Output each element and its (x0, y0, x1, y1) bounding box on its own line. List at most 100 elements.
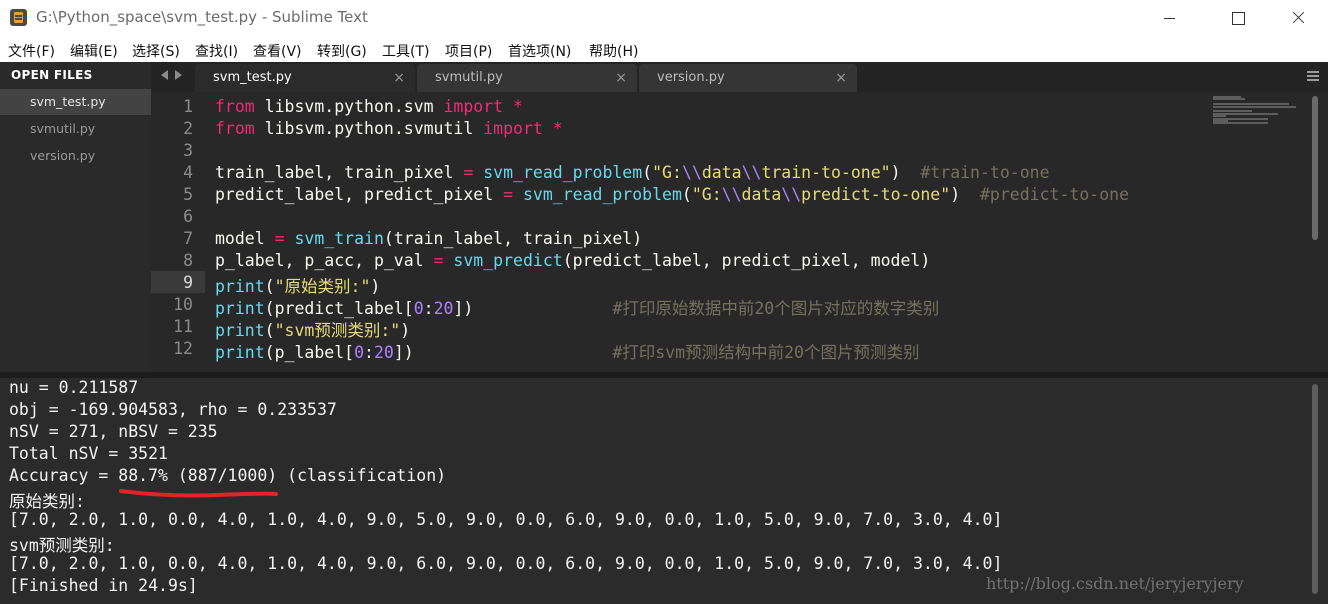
menu-project[interactable]: 项目(P) (445, 41, 492, 61)
line-number: 11 (173, 317, 193, 336)
output-line: [7.0, 2.0, 1.0, 0.0, 4.0, 1.0, 4.0, 9.0,… (9, 554, 1003, 573)
maximize-button[interactable] (1214, 0, 1260, 36)
code-token: predict_label, predict_pixel (215, 185, 504, 204)
title-bar: G:\Python_space\svm_test.py - Sublime Te… (0, 0, 1328, 38)
line-number: 7 (183, 229, 193, 248)
code-token: \\ (781, 185, 802, 204)
sidebar-file-svmutil[interactable]: svmutil.py (0, 116, 151, 142)
menu-bar: 文件(F) 编辑(E) 选择(S) 查找(I) 查看(V) 转到(G) 工具(T… (0, 38, 1328, 62)
code-editor[interactable]: 1 2 3 4 5 6 7 8 9 10 11 12 from libsvm.python.svm i… (151, 92, 1328, 372)
tab-scroll-left-icon[interactable] (161, 70, 168, 80)
sidebar-file-svm-test[interactable]: svm_test.py (0, 89, 151, 115)
menu-tools[interactable]: 工具(T) (382, 41, 429, 61)
tab-bar: svm_test.py × svmutil.py × version.py × (151, 62, 1328, 92)
tab-svmutil[interactable]: svmutil.py × (417, 64, 637, 92)
code-token: svm_read_problem (483, 163, 643, 182)
code-token: train-to-one" (761, 163, 891, 182)
code-token: ) (370, 277, 381, 296)
tab-label: svmutil.py (435, 70, 503, 85)
code-token: * (513, 97, 523, 116)
menu-find[interactable]: 查找(I) (195, 41, 238, 61)
code-line: train_label, train_pixel = svm_read_prob… (215, 163, 1050, 182)
code-token: svm_predict (453, 251, 563, 270)
code-token: import (483, 119, 543, 138)
code-token: print (215, 343, 265, 362)
output-scrollbar[interactable] (1312, 384, 1318, 594)
code-token: #train-to-one (920, 163, 1050, 182)
code-token: 20 (373, 343, 394, 362)
output-line: svm预测类别: (9, 536, 115, 555)
line-number: 9 (183, 273, 193, 292)
tab-svm-test[interactable]: svm_test.py × (195, 64, 415, 92)
code-token: ) (890, 163, 921, 182)
code-token: #predict-to-one (980, 185, 1130, 204)
sidebar: OPEN FILES svm_test.py svmutil.py versio… (0, 62, 151, 372)
code-token: import (443, 97, 504, 116)
menu-view[interactable]: 查看(V) (253, 41, 302, 61)
output-line: obj = -169.904583, rho = 0.233537 (9, 400, 337, 419)
output-line: Total nSV = 3521 (9, 444, 168, 463)
output-line: 原始类别: (9, 492, 85, 511)
tab-version[interactable]: version.py × (639, 64, 857, 92)
minimize-button[interactable] (1146, 0, 1192, 36)
tab-close-icon[interactable]: × (615, 70, 627, 86)
code-token: (predict_label[ (264, 299, 414, 318)
menu-file[interactable]: 文件(F) (8, 41, 55, 61)
code-token: * (552, 119, 563, 138)
code-token: print (215, 321, 265, 340)
code-token: predict-to-one" (801, 185, 951, 204)
code-token: (predict_label, predict_pixel, model) (562, 251, 931, 270)
menu-edit[interactable]: 编辑(E) (70, 41, 118, 61)
code-token: \\ (681, 163, 702, 182)
menu-goto[interactable]: 转到(G) (317, 41, 367, 61)
code-line: from libsvm.python.svm import * (215, 97, 523, 116)
code-token: ) (400, 321, 411, 340)
code-token: print (215, 277, 265, 296)
code-line: print("原始类别:") (215, 273, 380, 297)
output-line: nSV = 271, nBSV = 235 (9, 422, 218, 441)
code-token: p_label, p_acc, p_val (215, 251, 434, 270)
code-token: ( (264, 321, 275, 340)
tab-menu-icon[interactable] (1307, 71, 1319, 73)
code-token: libsvm.python.svm (254, 97, 444, 116)
menu-preferences[interactable]: 首选项(N) (508, 41, 571, 61)
code-line: p_label, p_acc, p_val = svm_predict(pred… (215, 251, 930, 270)
code-line: model = svm_train(train_label, train_pix… (215, 229, 642, 248)
line-number: 8 (183, 251, 193, 270)
tab-close-icon[interactable]: × (393, 70, 405, 86)
code-token: 0 (413, 299, 424, 318)
editor-scrollbar[interactable] (1312, 96, 1318, 240)
minimap[interactable] (1213, 96, 1308, 126)
code-token: = (463, 163, 474, 182)
code-token: 20 (433, 299, 454, 318)
code-token: \\ (741, 163, 762, 182)
close-window-button[interactable] (1276, 0, 1322, 36)
line-number: 4 (183, 163, 193, 182)
tab-close-icon[interactable]: × (835, 70, 847, 86)
code-token: ( (681, 185, 692, 204)
menu-selection[interactable]: 选择(S) (132, 41, 180, 61)
minimap-line (1213, 105, 1296, 108)
code-token: (p_label[ (264, 343, 355, 362)
menu-help[interactable]: 帮助(H) (589, 41, 638, 61)
code-line: predict_label, predict_pixel = svm_read_… (215, 185, 1129, 204)
code-line: from libsvm.python.svmutil import * (215, 119, 563, 138)
sidebar-file-version[interactable]: version.py (0, 143, 151, 169)
code-token: ]) (453, 299, 613, 318)
code-token: data (741, 185, 782, 204)
line-number: 1 (183, 97, 193, 116)
tab-scroll-right-icon[interactable] (175, 70, 182, 80)
red-annotation-underline (119, 489, 278, 498)
tab-label: version.py (657, 70, 725, 85)
code-token: ) (950, 185, 980, 204)
tab-label: svm_test.py (213, 70, 292, 85)
code-token: train_label, train_pixel (215, 163, 464, 182)
output-line: [Finished in 24.9s] (9, 576, 198, 595)
code-token: data (701, 163, 742, 182)
code-token: ]) (393, 343, 613, 362)
sidebar-file-label: svmutil.py (30, 121, 96, 136)
